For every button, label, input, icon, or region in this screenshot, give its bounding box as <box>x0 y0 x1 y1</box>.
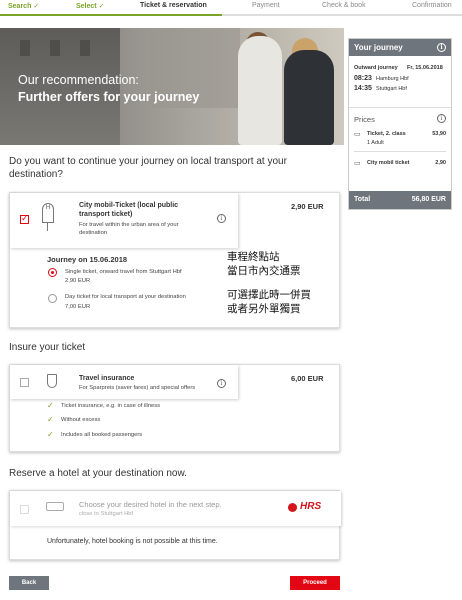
insurance-info-icon[interactable]: i <box>217 379 226 388</box>
ticket-label: Ticket, 2. class <box>367 131 406 137</box>
ticket-price: 53,90 <box>432 131 446 137</box>
step-search[interactable]: Search ✓ <box>8 2 39 10</box>
shield-icon <box>47 374 57 388</box>
check-icon: ✓ <box>47 401 54 410</box>
local-transport-question: Do you want to continue your journey on … <box>9 156 287 180</box>
city-mobil-ticket-desc: For travel within the urban area of your… <box>79 221 179 237</box>
hotel-checkbox[interactable] <box>20 505 29 514</box>
hotel-subtitle: close to Stuttgart Hbf <box>79 511 134 517</box>
check-icon: ✓ <box>47 430 54 439</box>
hero-banner: Our recommendation: Further offers for y… <box>0 28 344 145</box>
proceed-button[interactable]: Proceed <box>290 576 340 590</box>
sidebar-header: Your journey i <box>349 39 451 56</box>
note-2-line-1: 可選擇此時一併買 <box>227 289 311 301</box>
annotation-note-2: 可選擇此時一併買 或者另外單獨買 <box>227 288 311 316</box>
insurance-feature: Ticket insurance, e.g. in case of illnes… <box>61 403 161 409</box>
ticket-icon: ▭ <box>354 131 361 138</box>
insurance-feature: Without excess <box>61 417 101 423</box>
hero-window <box>80 40 90 56</box>
ticket-passengers: 1 Adult <box>367 140 384 146</box>
city-mobil-ticket-card: H City mobil-Ticket (local public transp… <box>9 192 340 328</box>
city-ticket-icon: ▭ <box>354 160 361 167</box>
city-mobil-ticket-price: 2,90 EUR <box>291 202 324 211</box>
arrival-time: 14:35 <box>354 85 372 92</box>
single-ticket-radio[interactable] <box>48 268 57 277</box>
ticket-desc-line-1: For travel within the urban area of your <box>79 222 179 228</box>
travel-insurance-title: Travel insurance <box>79 375 135 382</box>
hero-person-man <box>284 50 334 145</box>
step-select[interactable]: Select ✓ <box>76 2 104 10</box>
step-payment: Payment <box>252 2 280 9</box>
ticket-desc-line-2: destination <box>79 230 108 236</box>
arrival-station: Stuttgart Hbf <box>376 86 407 92</box>
hero-line-1: Our recommendation: <box>18 73 139 87</box>
single-ticket-price: 2,90 EUR <box>65 278 91 284</box>
travel-insurance-desc: For Sparpreis (saver fares) and special … <box>79 385 196 391</box>
back-button[interactable]: Back <box>9 576 49 590</box>
travel-insurance-checkbox[interactable] <box>20 378 29 387</box>
hotel-heading: Reserve a hotel at your destination now. <box>9 468 187 479</box>
annotation-note-1: 車程終點站 當日市內交通票 <box>227 250 301 278</box>
journey-sidebar: Your journey i Outward journey Fr, 15.06… <box>348 38 452 210</box>
city-ticket-price: 2,90 <box>435 160 446 166</box>
note-1-line-1: 車程終點站 <box>227 251 280 263</box>
bus-stop-icon: H <box>42 203 54 223</box>
hero-person-woman <box>238 36 282 145</box>
city-mobil-ticket-checkbox[interactable] <box>20 213 29 224</box>
single-ticket-label[interactable]: Single ticket, onward travel from Stuttg… <box>65 268 182 276</box>
progress-bar: Search ✓ Select ✓ Ticket & reservation P… <box>0 0 462 18</box>
ticket-title-line-1: City mobil-Ticket (local public <box>79 202 179 209</box>
hotel-unavailable-notice: Unfortunately, hotel booking is not poss… <box>47 538 218 545</box>
hero-window <box>50 40 60 56</box>
departure-time: 08:23 <box>354 75 372 82</box>
divider <box>354 151 446 152</box>
travel-insurance-price: 6,00 EUR <box>291 374 324 383</box>
info-icon[interactable]: i <box>437 43 446 52</box>
insurance-heading: Insure your ticket <box>9 342 86 353</box>
check-icon: ✓ <box>47 415 54 424</box>
note-2-line-2: 或者另外單獨買 <box>227 303 301 315</box>
total-price: 56,80 EUR <box>411 196 446 203</box>
hotel-card: Choose your desired hotel in the next st… <box>9 490 341 560</box>
progress-done-line <box>0 14 222 16</box>
sidebar-title: Your journey <box>354 43 403 52</box>
hero-window <box>20 40 30 56</box>
step-ticket-reservation: Ticket & reservation <box>140 2 207 9</box>
step-check-book: Check & book <box>322 2 366 9</box>
city-ticket-label: City mobil ticket <box>367 160 410 166</box>
hotel-title: Choose your desired hotel in the next st… <box>79 500 222 509</box>
hrs-logo: HRS <box>300 501 322 512</box>
ticket-title-line-2: transport ticket) <box>79 211 133 218</box>
day-ticket-price: 7,00 EUR <box>65 304 91 310</box>
total-label: Total <box>354 196 371 203</box>
hero-headline: Our recommendation: Further offers for y… <box>18 72 199 106</box>
bed-icon <box>46 502 64 511</box>
ticket-info-icon[interactable]: i <box>217 214 226 223</box>
sidebar-total: Total 56,80 EUR <box>349 191 451 209</box>
step-confirmation: Confirmation <box>412 2 452 9</box>
departure-station: Hamburg Hbf <box>376 76 409 82</box>
bus-stop-pole <box>47 223 48 231</box>
travel-insurance-card: Travel insurance For Sparpreis (saver fa… <box>9 364 340 452</box>
progress-remaining-line <box>222 14 462 16</box>
city-mobil-ticket-title: City mobil-Ticket (local public transpor… <box>79 201 178 219</box>
prices-label: Prices <box>354 115 375 124</box>
day-ticket-label[interactable]: Day ticket for local transport at your d… <box>65 293 186 301</box>
insurance-feature: Includes all booked passengers <box>61 432 143 438</box>
day-ticket-radio[interactable] <box>48 294 57 303</box>
journey-date-heading: Journey on 15.06.2018 <box>47 255 128 264</box>
hrs-logo-icon <box>288 503 297 512</box>
note-1-line-2: 當日市內交通票 <box>227 265 301 277</box>
prices-info-icon[interactable]: i <box>437 114 446 123</box>
outward-label: Outward journey <box>354 65 398 71</box>
hero-line-2: Further offers for your journey <box>18 90 200 104</box>
outward-date: Fr, 15.06.2018 <box>407 65 443 71</box>
